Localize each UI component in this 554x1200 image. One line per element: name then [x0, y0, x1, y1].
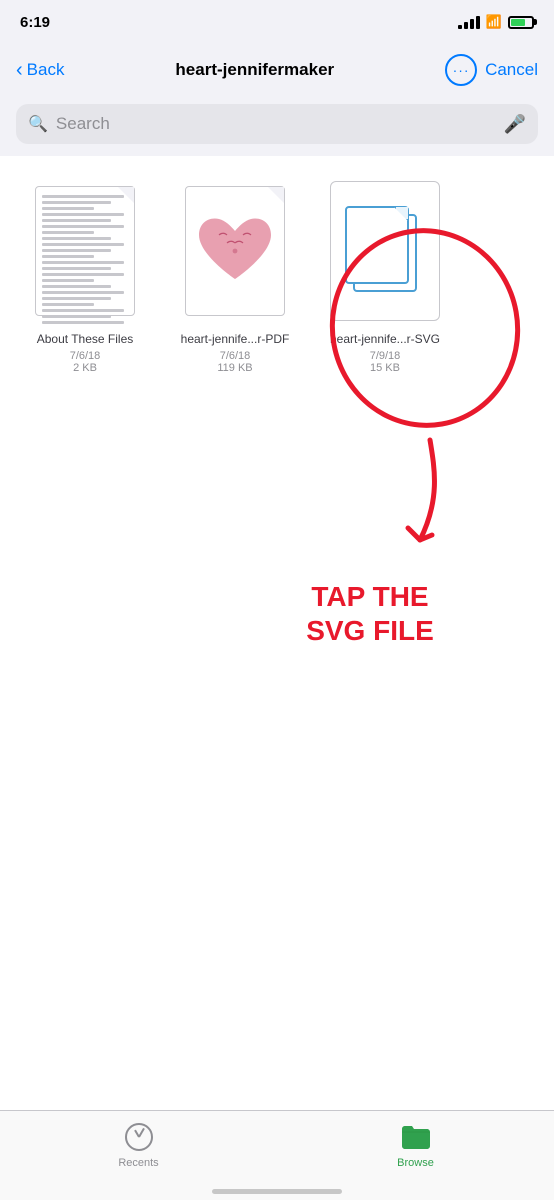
more-button[interactable]: ···: [445, 54, 477, 86]
dog-ear-decoration: [268, 187, 284, 203]
file-thumbnail-svg: [325, 176, 445, 326]
signal-bar-1: [458, 25, 462, 29]
cancel-button[interactable]: Cancel: [485, 60, 538, 80]
back-button[interactable]: ‹ Back: [16, 59, 64, 82]
file-date-pdf: 7/6/18: [220, 350, 251, 362]
file-date-svg: 7/9/18: [370, 350, 401, 362]
signal-bar-2: [464, 22, 468, 29]
text-file-preview: [35, 186, 135, 316]
tab-bar: Recents Browse: [0, 1110, 554, 1200]
file-name-pdf: heart-jennife...r-PDF: [181, 332, 290, 348]
microphone-icon[interactable]: 🎤: [504, 114, 526, 135]
files-area: About These Files 7/6/18 2 KB heart-jenn…: [0, 156, 554, 384]
signal-icon: [458, 16, 480, 29]
file-size-pdf: 119 KB: [217, 362, 252, 374]
tab-browse[interactable]: Browse: [277, 1121, 554, 1169]
file-name-text: About These Files: [37, 332, 134, 348]
nav-title: heart-jennifermaker: [72, 60, 437, 80]
tab-recents-label: Recents: [118, 1157, 158, 1169]
dog-ear-svg: [394, 207, 408, 221]
battery-fill: [511, 19, 525, 26]
ellipsis-icon: ···: [453, 62, 470, 78]
recents-icon: [123, 1121, 155, 1153]
battery-icon: [508, 16, 534, 29]
file-item-svg[interactable]: heart-jennife...r-SVG 7/9/18 15 KB: [320, 176, 450, 374]
status-time: 6:19: [20, 14, 50, 31]
heart-decoration-svg: [195, 211, 275, 291]
clock-hand-minute: [138, 1128, 145, 1138]
svg-page-front: [345, 206, 409, 284]
tap-label-line1: TAP THE: [311, 581, 428, 612]
file-size-text: 2 KB: [73, 362, 97, 374]
annotation-arrow-svg: [380, 430, 450, 570]
nav-bar: ‹ Back heart-jennifermaker ··· Cancel: [0, 44, 554, 96]
folder-icon-svg: [400, 1123, 432, 1151]
svg-file-preview: [330, 181, 440, 321]
clock-icon: [125, 1123, 153, 1151]
chevron-left-icon: ‹: [16, 59, 23, 82]
status-icons: 📶: [458, 14, 534, 30]
tap-label: TAP THE SVG FILE: [260, 580, 480, 647]
wifi-icon: 📶: [486, 14, 502, 30]
file-size-svg: 15 KB: [370, 362, 400, 374]
file-name-svg: heart-jennife...r-SVG: [330, 332, 440, 348]
signal-bar-3: [470, 19, 474, 29]
heart-file-preview: [185, 186, 285, 316]
signal-bar-4: [476, 16, 480, 29]
tab-browse-label: Browse: [397, 1157, 434, 1169]
tap-label-line2: SVG FILE: [306, 615, 434, 646]
file-thumbnail-pdf: [175, 176, 295, 326]
home-indicator: [212, 1189, 342, 1194]
svg-pages-icon: [345, 206, 425, 296]
search-icon: 🔍: [28, 114, 48, 134]
search-input[interactable]: Search: [56, 114, 496, 134]
file-item-pdf[interactable]: heart-jennife...r-PDF 7/6/18 119 KB: [170, 176, 300, 374]
browse-icon: [400, 1121, 432, 1153]
search-bar[interactable]: 🔍 Search 🎤: [16, 104, 538, 144]
status-bar: 6:19 📶: [0, 0, 554, 44]
files-grid: About These Files 7/6/18 2 KB heart-jenn…: [20, 176, 534, 374]
file-date-text: 7/6/18: [70, 350, 101, 362]
back-label[interactable]: Back: [27, 60, 65, 80]
tab-recents[interactable]: Recents: [0, 1121, 277, 1169]
file-item-text[interactable]: About These Files 7/6/18 2 KB: [20, 176, 150, 374]
search-bar-container: 🔍 Search 🎤: [0, 96, 554, 156]
file-thumbnail-text: [25, 176, 145, 326]
